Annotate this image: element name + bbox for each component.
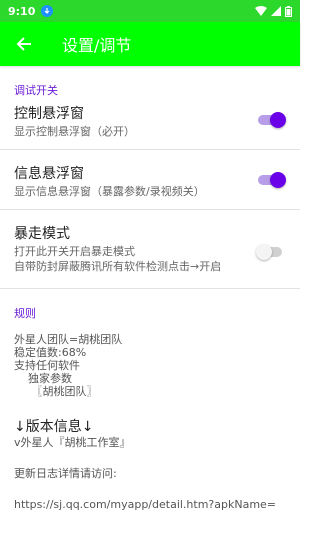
version-title: ↓版本信息↓ bbox=[14, 419, 94, 435]
info-overlay-toggle[interactable] bbox=[256, 172, 286, 188]
pref-info-overlay[interactable]: 信息悬浮窗 显示信息悬浮窗（暴露参数/录视频关） bbox=[0, 150, 300, 209]
pref-title: 控制悬浮窗 bbox=[14, 106, 84, 122]
pref-summary: 显示信息悬浮窗（暴露参数/录视频关） bbox=[14, 185, 205, 198]
pref-summary: 显示控制悬浮窗（必开） bbox=[14, 125, 135, 138]
wifi-icon bbox=[255, 6, 267, 16]
pref-control-overlay[interactable]: 控制悬浮窗 显示控制悬浮窗（必开） bbox=[0, 102, 300, 149]
category-rules-header: 规则 bbox=[14, 307, 36, 320]
pref-rampage-mode[interactable]: 暴走模式 打开此开关开启暴走模式 自带防封屏蔽腾讯所有软件检测点击→开启 bbox=[0, 210, 300, 288]
update-label: 更新日志详情请访问: bbox=[14, 467, 117, 480]
category-debug-header: 调试开关 bbox=[14, 84, 58, 97]
download-icon bbox=[41, 5, 54, 17]
update-link[interactable]: https://sj.qq.com/myapp/detail.htm?apkNa… bbox=[0, 481, 300, 512]
settings-list[interactable]: 调试开关 控制悬浮窗 显示控制悬浮窗（必开） 信息悬浮窗 显示信息悬浮窗（暴露参… bbox=[0, 66, 300, 533]
control-overlay-toggle[interactable] bbox=[256, 112, 286, 128]
rampage-mode-toggle[interactable] bbox=[256, 244, 286, 260]
signal-icon bbox=[271, 6, 281, 16]
page-title: 设置/调节 bbox=[62, 36, 132, 55]
status-bar: 9:10 bbox=[0, 0, 300, 22]
status-icons bbox=[255, 5, 292, 17]
rules-text: 外星人团队=胡桃团队 稳定值数:68% 支持任何软件 独家参数 〖胡桃团队〗 bbox=[14, 333, 123, 398]
version-subtitle: v外星人『胡桃工作室』 bbox=[14, 436, 131, 449]
status-time: 9:10 bbox=[8, 4, 36, 18]
battery-icon bbox=[285, 5, 292, 17]
back-arrow-icon[interactable] bbox=[12, 32, 36, 56]
pref-title: 暴走模式 bbox=[14, 226, 70, 242]
pref-title: 信息悬浮窗 bbox=[14, 166, 84, 182]
pref-summary: 打开此开关开启暴走模式 自带防封屏蔽腾讯所有软件检测点击→开启 bbox=[14, 245, 222, 273]
app-bar: 设置/调节 bbox=[0, 22, 300, 66]
